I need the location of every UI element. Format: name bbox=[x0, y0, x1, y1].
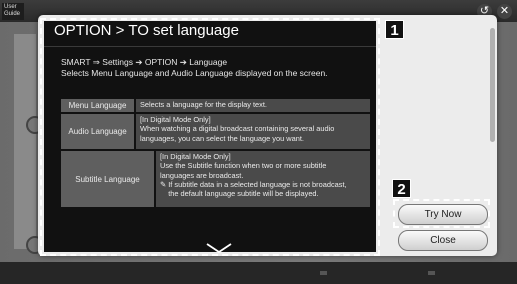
nav-indicator bbox=[320, 271, 327, 275]
scrollbar[interactable] bbox=[489, 22, 497, 248]
nav-indicator bbox=[428, 271, 435, 275]
callout-number-2: 2 bbox=[392, 179, 411, 198]
scroll-thumb[interactable] bbox=[490, 28, 495, 142]
close-button[interactable]: Close bbox=[398, 230, 488, 251]
close-icon[interactable]: ✕ bbox=[497, 4, 512, 19]
callout-number-1: 1 bbox=[385, 20, 404, 39]
bottom-bar bbox=[0, 262, 517, 284]
background-sidebar bbox=[14, 34, 36, 249]
callout-frame-2 bbox=[393, 199, 490, 228]
callout-frame-1 bbox=[40, 18, 380, 256]
user-guide-badge: User Guide bbox=[2, 3, 24, 20]
